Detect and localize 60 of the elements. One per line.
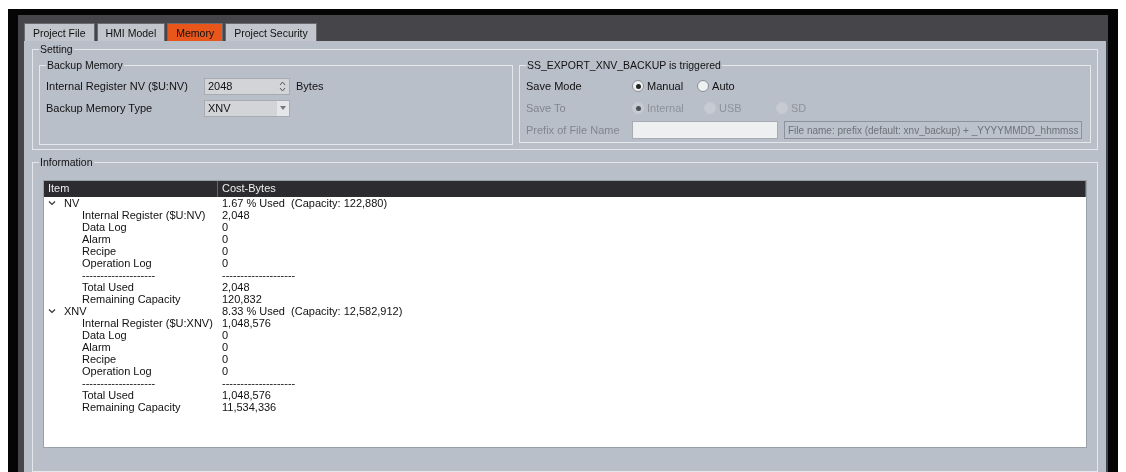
table-cell-text: 1.67 % Used (Capacity: 122,880) — [221, 197, 389, 209]
tab[interactable]: Memory — [167, 23, 224, 41]
tab[interactable]: Project Security — [225, 23, 317, 41]
table-cell-text: 1,048,576 — [221, 389, 272, 401]
chevron-down-icon[interactable] — [48, 307, 56, 315]
hint-text: File name: prefix (default: xnv_backup) + _YYYYMMDD_hhmmss — [784, 121, 1083, 139]
tree-item: -------------------- — [81, 269, 157, 281]
tab[interactable]: Project File — [24, 23, 95, 41]
tree-item: Data Log — [81, 329, 128, 341]
radio-option[interactable]: Manual — [632, 80, 684, 92]
table-cell-text: 0 — [221, 365, 230, 377]
caret-icon — [280, 106, 286, 110]
table-cell-text: 0 — [221, 221, 230, 233]
tree-item: Total Used — [81, 389, 135, 401]
table-cell-text: 0 — [221, 353, 230, 365]
tree-item[interactable]: XNV — [60, 305, 87, 317]
field-label: Internal Register NV ($U:NV) — [46, 80, 189, 92]
group-title: Information — [39, 156, 94, 168]
field-label: Backup Memory Type — [46, 102, 154, 114]
tree-item: Alarm — [81, 233, 112, 245]
tree-item: Operation Log — [81, 257, 153, 269]
tab[interactable]: HMI Model — [96, 23, 166, 41]
table-cell-text: 0 — [221, 329, 230, 341]
table-cell-text: 2,048 — [221, 209, 251, 221]
tree-item: Data Log — [81, 221, 128, 233]
tree-item: Total Used — [81, 281, 135, 293]
table-cell-text: 2,048 — [221, 281, 251, 293]
unit-label: Bytes — [296, 80, 324, 92]
column-header[interactable]: Item — [44, 181, 218, 197]
tree-item: Remaining Capacity — [81, 293, 182, 305]
group-title: Backup Memory — [46, 59, 124, 71]
table-cell-text: 0 — [221, 341, 230, 353]
tree-item: -------------------- — [81, 377, 157, 389]
dropdown[interactable]: XNV — [204, 99, 290, 117]
table-cell-text: 120,832 — [221, 293, 263, 305]
radio-option[interactable]: Auto — [697, 80, 735, 92]
tree-item: Internal Register ($U:NV) — [81, 209, 207, 221]
table-cell-text: -------------------- — [221, 377, 297, 389]
field-label: Save Mode — [526, 80, 583, 92]
spin-arrows-icon[interactable] — [279, 80, 286, 92]
column-header[interactable]: Cost-Bytes — [218, 181, 1086, 197]
table-cell-text: 0 — [221, 233, 230, 245]
table-cell-text: 8.33 % Used (Capacity: 12,582,912) — [221, 305, 404, 317]
table-cell-text: 0 — [221, 245, 230, 257]
field-label: Save To — [526, 102, 567, 114]
table-cell-text: 1,048,576 — [221, 317, 272, 329]
chevron-down-icon[interactable] — [48, 199, 56, 207]
table-cell-text: 11,534,336 — [221, 401, 278, 413]
table-cell-text: 0 — [221, 257, 230, 269]
tree-item: Operation Log — [81, 365, 153, 377]
tree-item: Recipe — [81, 245, 118, 257]
spin-field[interactable]: 2048 — [204, 77, 290, 95]
group-title: Setting — [39, 43, 74, 55]
tree-item: Recipe — [81, 353, 118, 365]
tree-item: Remaining Capacity — [81, 401, 182, 413]
tree-item: Internal Register ($U:XNV) — [81, 317, 214, 329]
tree-item: Alarm — [81, 341, 112, 353]
tree-item[interactable]: NV — [60, 197, 80, 209]
group-title: SS_EXPORT_XNV_BACKUP is triggered — [526, 59, 722, 71]
table-cell-text: -------------------- — [221, 269, 297, 281]
